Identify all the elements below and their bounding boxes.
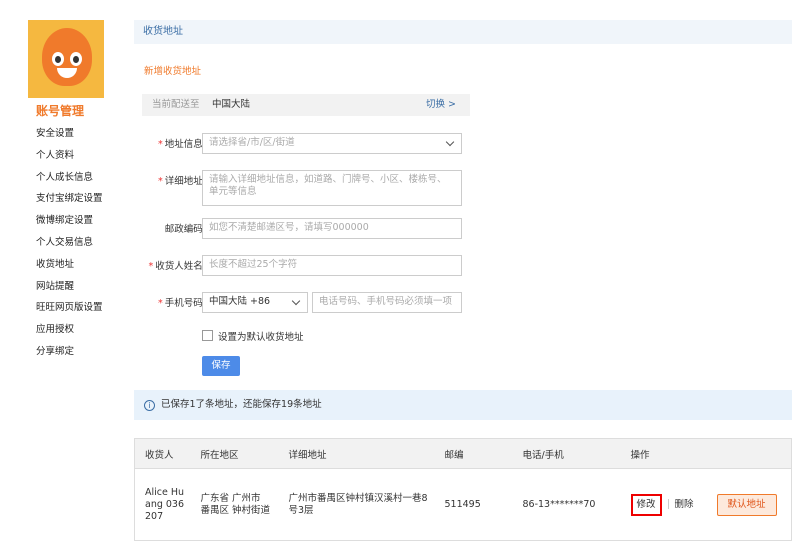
col-default	[706, 438, 792, 469]
address-table: 收货人 所在地区 详细地址 邮编 电话/手机 操作 Alice Huang 03…	[134, 438, 792, 541]
phone-label: * 手机号码:	[158, 298, 206, 309]
col-postcode: 邮编	[434, 438, 513, 469]
cell-receiver: Alice Huang 036207	[134, 468, 191, 541]
chevron-down-icon	[445, 137, 455, 147]
sidebar-item-address[interactable]: 收货地址	[36, 254, 118, 276]
edit-button[interactable]: 修改	[630, 493, 662, 516]
new-address-link[interactable]: 新增收货地址	[144, 63, 792, 77]
chevron-down-icon	[291, 296, 301, 306]
region-switch-link[interactable]: 切换 >	[426, 94, 456, 116]
sidebar-item-share[interactable]: 分享绑定	[36, 341, 118, 363]
col-region: 所在地区	[190, 438, 279, 469]
sidebar-item-security[interactable]: 安全设置	[36, 123, 118, 145]
sidebar-item-reminder[interactable]: 网站提醒	[36, 276, 118, 298]
sidebar-item-trade[interactable]: 个人交易信息	[36, 232, 118, 254]
main-content: 收货地址 新增收货地址 当前配送至 中国大陆 切换 > * 地址信息: 请选择省/…	[134, 20, 792, 541]
sidebar-item-profile[interactable]: 个人资料	[36, 145, 118, 167]
sidebar-title: 账号管理	[36, 104, 85, 118]
info-icon: i	[144, 400, 155, 411]
col-actions: 操作	[620, 438, 707, 469]
detail-address-textarea[interactable]: 请输入详细地址信息，如道路、门牌号、小区、楼栋号、单元等信息	[202, 170, 462, 206]
cell-default: 默认地址	[706, 468, 792, 541]
info-text: 已保存1了条地址，还能保存19条地址	[161, 399, 322, 410]
delete-button[interactable]: 删除	[675, 499, 694, 510]
save-button[interactable]: 保存	[202, 356, 240, 376]
sidebar-menu: 安全设置 个人资料 个人成长信息 支付宝绑定设置 微博绑定设置 个人交易信息 收…	[28, 123, 118, 363]
mascot-head	[42, 28, 92, 86]
default-address-button[interactable]: 默认地址	[716, 493, 777, 516]
page-title: 收货地址	[134, 20, 792, 44]
postcode-label: 邮政编码:	[164, 224, 206, 235]
sidebar: 账号管理 安全设置 个人资料 个人成长信息 支付宝绑定设置 微博绑定设置 个人交…	[28, 20, 118, 363]
sidebar-item-weibo[interactable]: 微博绑定设置	[36, 210, 118, 232]
postcode-input[interactable]: 如您不清楚邮递区号，请填写000000	[202, 218, 462, 239]
address-select[interactable]: 请选择省/市/区/街道	[202, 133, 462, 154]
address-info-label: * 地址信息:	[158, 139, 206, 150]
cell-phone: 86-13*******70	[512, 468, 621, 541]
avatar	[28, 20, 104, 98]
table-row: Alice Huang 036207 广东省 广州市 番禺区 钟村街道 广州市番…	[134, 468, 792, 541]
sidebar-item-apps[interactable]: 应用授权	[36, 319, 118, 341]
table-header-row: 收货人 所在地区 详细地址 邮编 电话/手机 操作	[134, 438, 792, 469]
receiver-input[interactable]: 长度不超过25个字符	[202, 255, 462, 276]
region-label: 当前配送至	[152, 99, 200, 110]
country-code-select[interactable]: 中国大陆 +86	[202, 292, 308, 313]
phone-input[interactable]: 电话号码、手机号码必须填一项	[312, 292, 462, 313]
col-detail: 详细地址	[278, 438, 435, 469]
default-address-checkbox-label: 设置为默认收货地址	[218, 332, 304, 343]
region-value: 中国大陆	[212, 99, 251, 110]
default-address-checkbox[interactable]	[202, 330, 213, 341]
col-phone: 电话/手机	[512, 438, 621, 469]
info-bar: i 已保存1了条地址，还能保存19条地址	[134, 390, 792, 420]
cell-actions: 修改 删除	[620, 468, 707, 541]
cell-region: 广东省 广州市 番禺区 钟村街道	[190, 468, 279, 541]
sidebar-item-growth[interactable]: 个人成长信息	[36, 167, 118, 189]
col-receiver: 收货人	[134, 438, 191, 469]
detail-address-label: * 详细地址:	[158, 176, 206, 187]
receiver-label: * 收货人姓名:	[148, 261, 206, 272]
cell-postcode: 511495	[434, 468, 513, 541]
sidebar-item-wangwang[interactable]: 旺旺网页版设置	[36, 297, 118, 319]
cell-detail: 广州市番禺区钟村镇汉溪村一巷8号3层	[278, 468, 435, 541]
sidebar-item-alipay[interactable]: 支付宝绑定设置	[36, 188, 118, 210]
region-bar: 当前配送至 中国大陆 切换 >	[142, 94, 470, 116]
